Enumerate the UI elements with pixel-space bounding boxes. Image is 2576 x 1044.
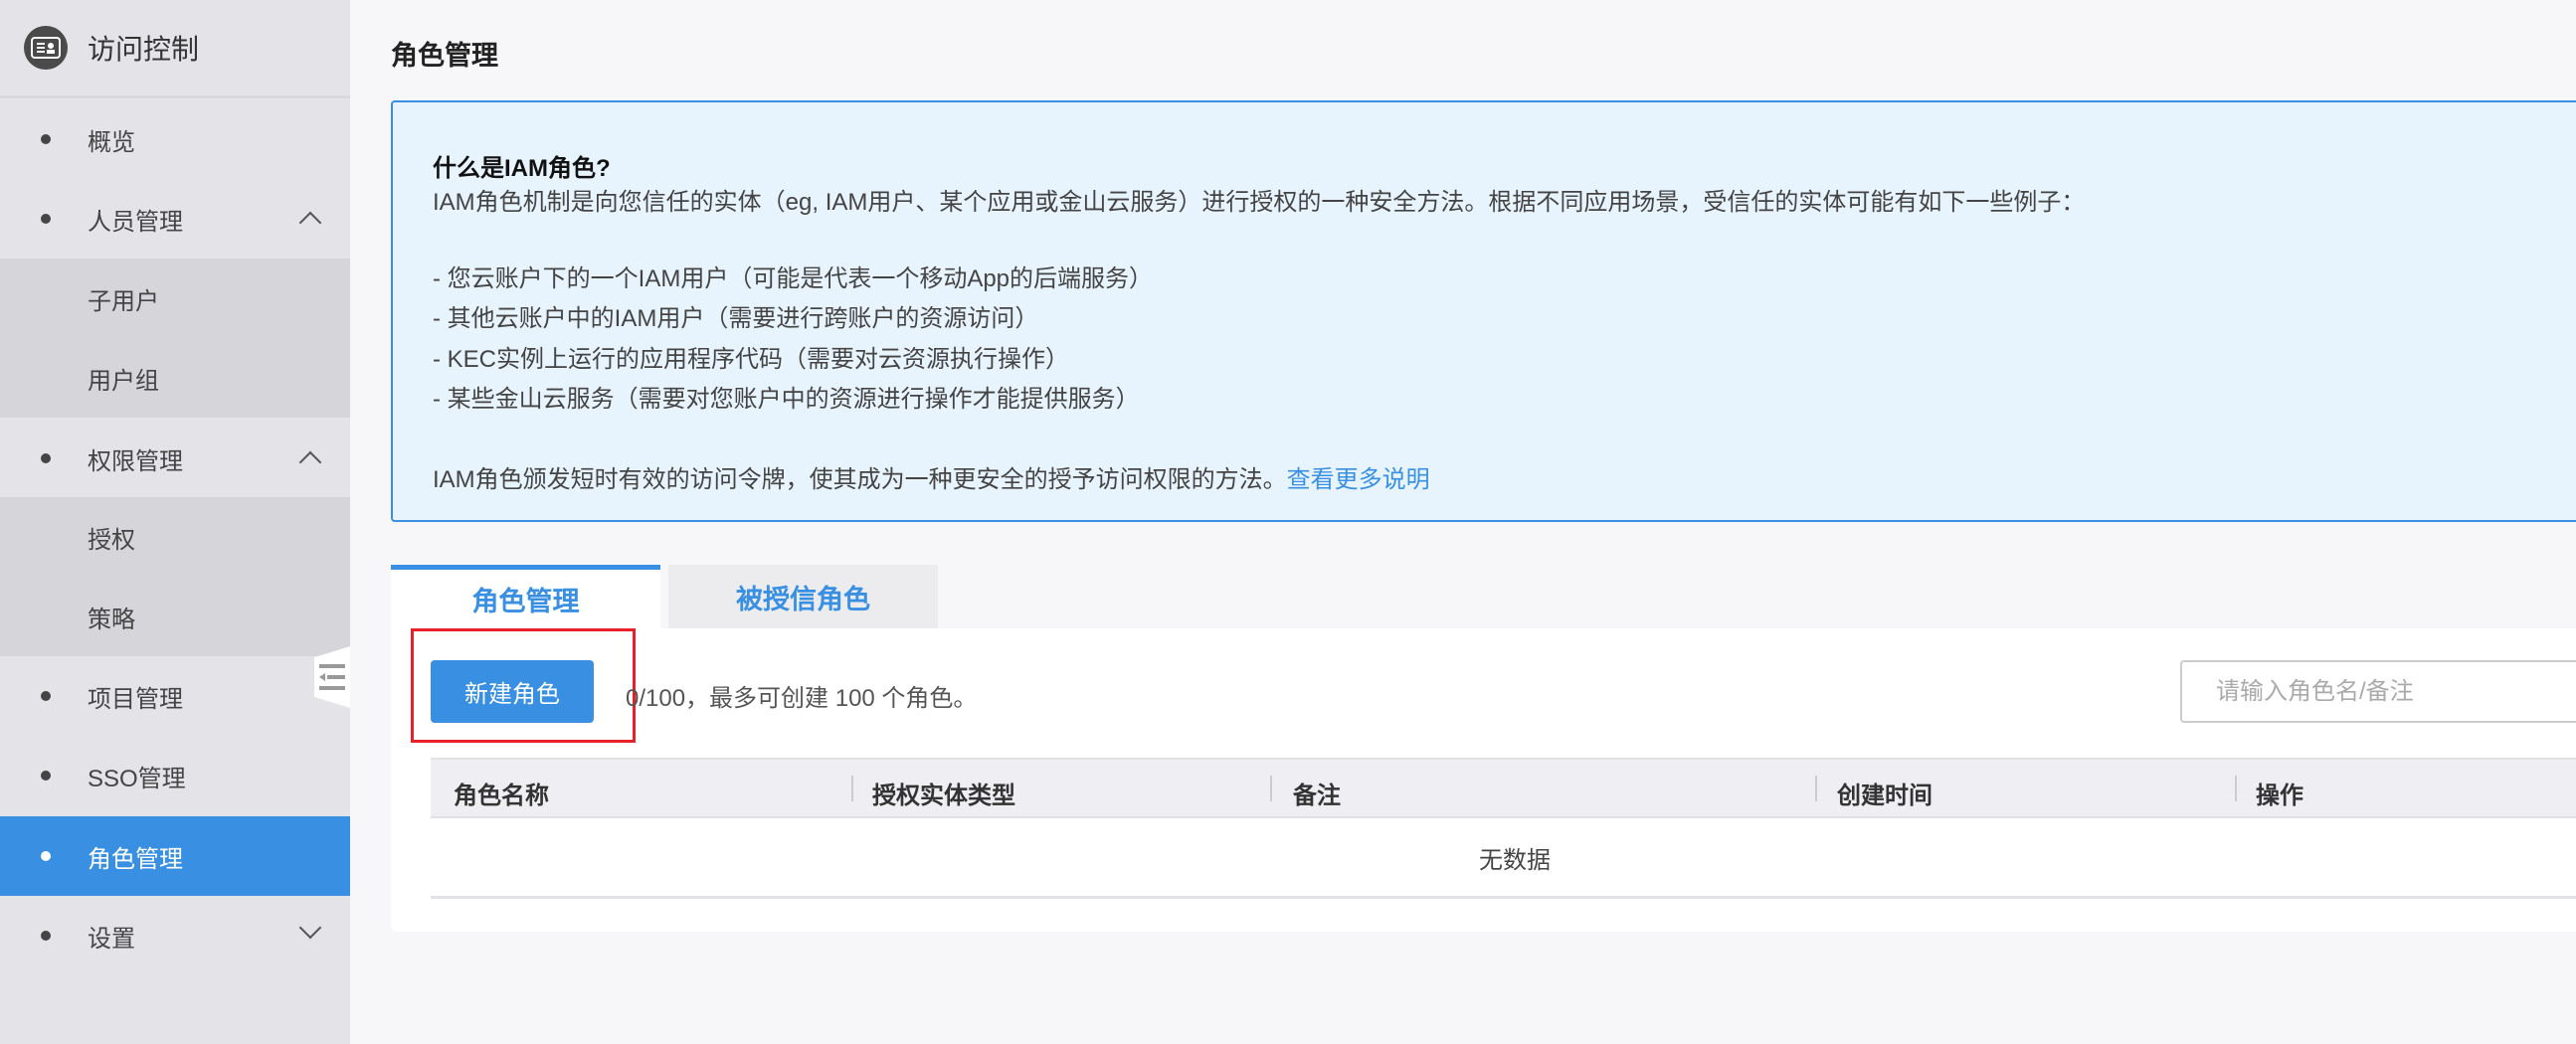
sidebar-title: 访问控制 <box>88 34 200 65</box>
bullet-icon <box>41 453 51 463</box>
sidebar-item-label: SSO管理 <box>88 765 186 792</box>
info-example: - 您云账户下的一个IAM用户（可能是代表一个移动App的后端服务） <box>433 265 1154 292</box>
sidebar-item-label: 用户组 <box>88 367 159 395</box>
sidebar-item-label: 子用户 <box>88 287 159 315</box>
role-count-text: 0/100，最多可创建 100 个角色。 <box>626 685 978 712</box>
sidebar-item-permissions[interactable]: 权限管理 <box>0 419 350 498</box>
column-divider <box>2235 776 2237 801</box>
bullet-icon <box>41 691 51 701</box>
table-empty-row: 无数据 <box>431 818 2576 899</box>
bullet-icon <box>41 134 51 144</box>
info-footer: IAM角色颁发短时有效的访问令牌，使其成为一种更安全的授予访问权限的方法。 <box>433 466 1287 493</box>
info-box: 什么是IAM角色? IAM角色机制是向您信任的实体（eg, IAM用户、某个应用… <box>391 100 2576 522</box>
empty-text: 无数据 <box>1479 846 1551 874</box>
chevron-up-icon <box>298 211 322 235</box>
sidebar-item-label: 角色管理 <box>88 845 183 873</box>
sidebar-item-settings[interactable]: 设置 <box>0 896 350 975</box>
info-intro: IAM角色机制是向您信任的实体（eg, IAM用户、某个应用或金山云服务）进行授… <box>433 189 2086 216</box>
column-divider <box>1815 776 1817 801</box>
column-header-created: 创建时间 <box>1837 783 1932 809</box>
sidebar-item-authorization[interactable]: 授权 <box>0 497 350 577</box>
column-header-actions: 操作 <box>2256 783 2303 809</box>
info-example: - 某些金山云服务（需要对您账户中的资源进行操作才能提供服务） <box>433 386 1140 413</box>
column-header-name: 角色名称 <box>454 783 549 809</box>
sidebar-header: 访问控制 <box>0 0 350 98</box>
column-divider <box>1270 776 1272 801</box>
sidebar-item-label: 权限管理 <box>88 447 183 475</box>
sidebar-item-label: 策略 <box>88 606 135 633</box>
tab-role-management[interactable]: 角色管理 <box>391 565 660 628</box>
sidebar-item-roles[interactable]: 角色管理 <box>0 816 350 896</box>
sidebar-item-label: 人员管理 <box>88 208 183 236</box>
sidebar-item-label: 项目管理 <box>88 685 183 713</box>
column-header-entity-type: 授权实体类型 <box>872 783 1015 809</box>
bullet-icon <box>41 214 51 224</box>
sidebar-item-label: 授权 <box>88 526 135 554</box>
bullet-icon <box>41 851 51 861</box>
search-input[interactable] <box>2180 660 2576 723</box>
tab-trusted-roles[interactable]: 被授信角色 <box>668 565 938 628</box>
column-header-remark: 备注 <box>1293 783 1341 809</box>
id-card-icon <box>24 26 68 70</box>
highlight-box <box>411 628 636 743</box>
info-heading: 什么是IAM角色? <box>433 155 611 182</box>
sidebar-item-label: 设置 <box>88 925 135 953</box>
sidebar: 访问控制 概览 人员管理 子用户 用户组 权限管理 授权 策略 项目管理 SSO… <box>0 0 350 1044</box>
sidebar-item-projects[interactable]: 项目管理 <box>0 656 350 736</box>
sidebar-item-subusers[interactable]: 子用户 <box>0 259 350 338</box>
sidebar-item-policies[interactable]: 策略 <box>0 577 350 656</box>
info-example: - KEC实例上运行的应用程序代码（需要对云资源执行操作） <box>433 346 1070 373</box>
chevron-up-icon <box>298 450 322 474</box>
sidebar-item-people[interactable]: 人员管理 <box>0 179 350 259</box>
table-header: 角色名称 授权实体类型 备注 创建时间 操作 <box>431 758 2576 818</box>
page-title: 角色管理 <box>391 41 498 71</box>
sidebar-item-label: 概览 <box>88 128 135 156</box>
learn-more-link[interactable]: 查看更多说明 <box>1287 466 1430 493</box>
sidebar-item-overview[interactable]: 概览 <box>0 99 350 179</box>
sidebar-item-usergroups[interactable]: 用户组 <box>0 338 350 418</box>
info-example: - 其他云账户中的IAM用户（需要进行跨账户的资源访问） <box>433 305 1039 332</box>
column-divider <box>851 776 853 801</box>
bullet-icon <box>41 931 51 941</box>
bullet-icon <box>41 771 51 781</box>
chevron-down-icon <box>298 916 322 940</box>
sidebar-item-sso[interactable]: SSO管理 <box>0 736 350 815</box>
